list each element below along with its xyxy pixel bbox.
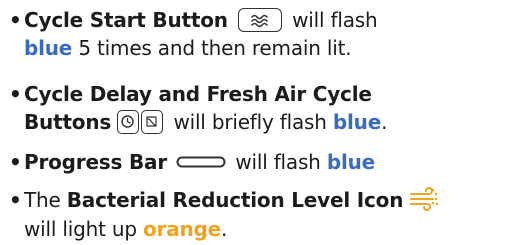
list-item-delay-fresh-air: • Cycle Delay and Fresh Air Cycle Button… [9, 80, 387, 136]
list-item-progress-bar: • Progress Bar will flash blue [9, 148, 375, 176]
bullet: • [9, 150, 22, 174]
cycle-start-label: Cycle Start Button [24, 8, 228, 32]
text: will flash [235, 150, 327, 174]
line: will light up orange. [24, 215, 439, 243]
line: Cycle Start Button will flash [24, 6, 378, 34]
line: Buttons will briefly flash blue. [24, 108, 387, 136]
blue-word: blue [24, 36, 73, 60]
line: Cycle Delay and Fresh Air Cycle [24, 80, 387, 108]
bacterial-reduction-label: Bacterial Reduction Level Icon [66, 188, 404, 212]
bullet: • [9, 82, 22, 106]
cycle-delay-button-icon [117, 109, 140, 134]
text: . [381, 110, 388, 134]
text: 5 times and then remain lit. [78, 36, 352, 60]
line: The Bacterial Reduction Level Icon [24, 186, 439, 215]
blue-word: blue [332, 110, 382, 134]
progress-bar-label: Progress Bar [24, 150, 167, 174]
fresh-air-button-icon [141, 109, 164, 134]
bullet: • [9, 8, 22, 32]
bacterial-reduction-icon [410, 186, 439, 211]
bullet: • [9, 188, 22, 212]
text: will flash [292, 8, 378, 32]
text: . [221, 216, 228, 241]
fresh-air-icon [146, 115, 157, 127]
delay-fresh-air-label: Cycle Delay and Fresh Air Cycle [24, 82, 372, 106]
list-item-bacterial-reduction: • The Bacterial Reduction Level Icon wil… [9, 186, 439, 243]
list-item-cycle-start: • Cycle Start Button will flash blue 5 t… [9, 6, 378, 62]
line: Progress Bar will flash blue [24, 148, 375, 176]
text: The [24, 188, 67, 212]
blue-word: blue [326, 150, 376, 174]
cycle-start-button-icon [237, 7, 282, 32]
cycle-start-waves-icon [251, 14, 268, 27]
progress-bar-icon [176, 156, 226, 167]
text: will briefly flash [173, 110, 333, 134]
line: blue 5 times and then remain lit. [24, 34, 377, 62]
buttons-label: Buttons [24, 110, 112, 134]
cycle-delay-clock-icon [121, 114, 134, 128]
text: will light up [24, 216, 143, 241]
orange-word: orange [143, 216, 222, 241]
